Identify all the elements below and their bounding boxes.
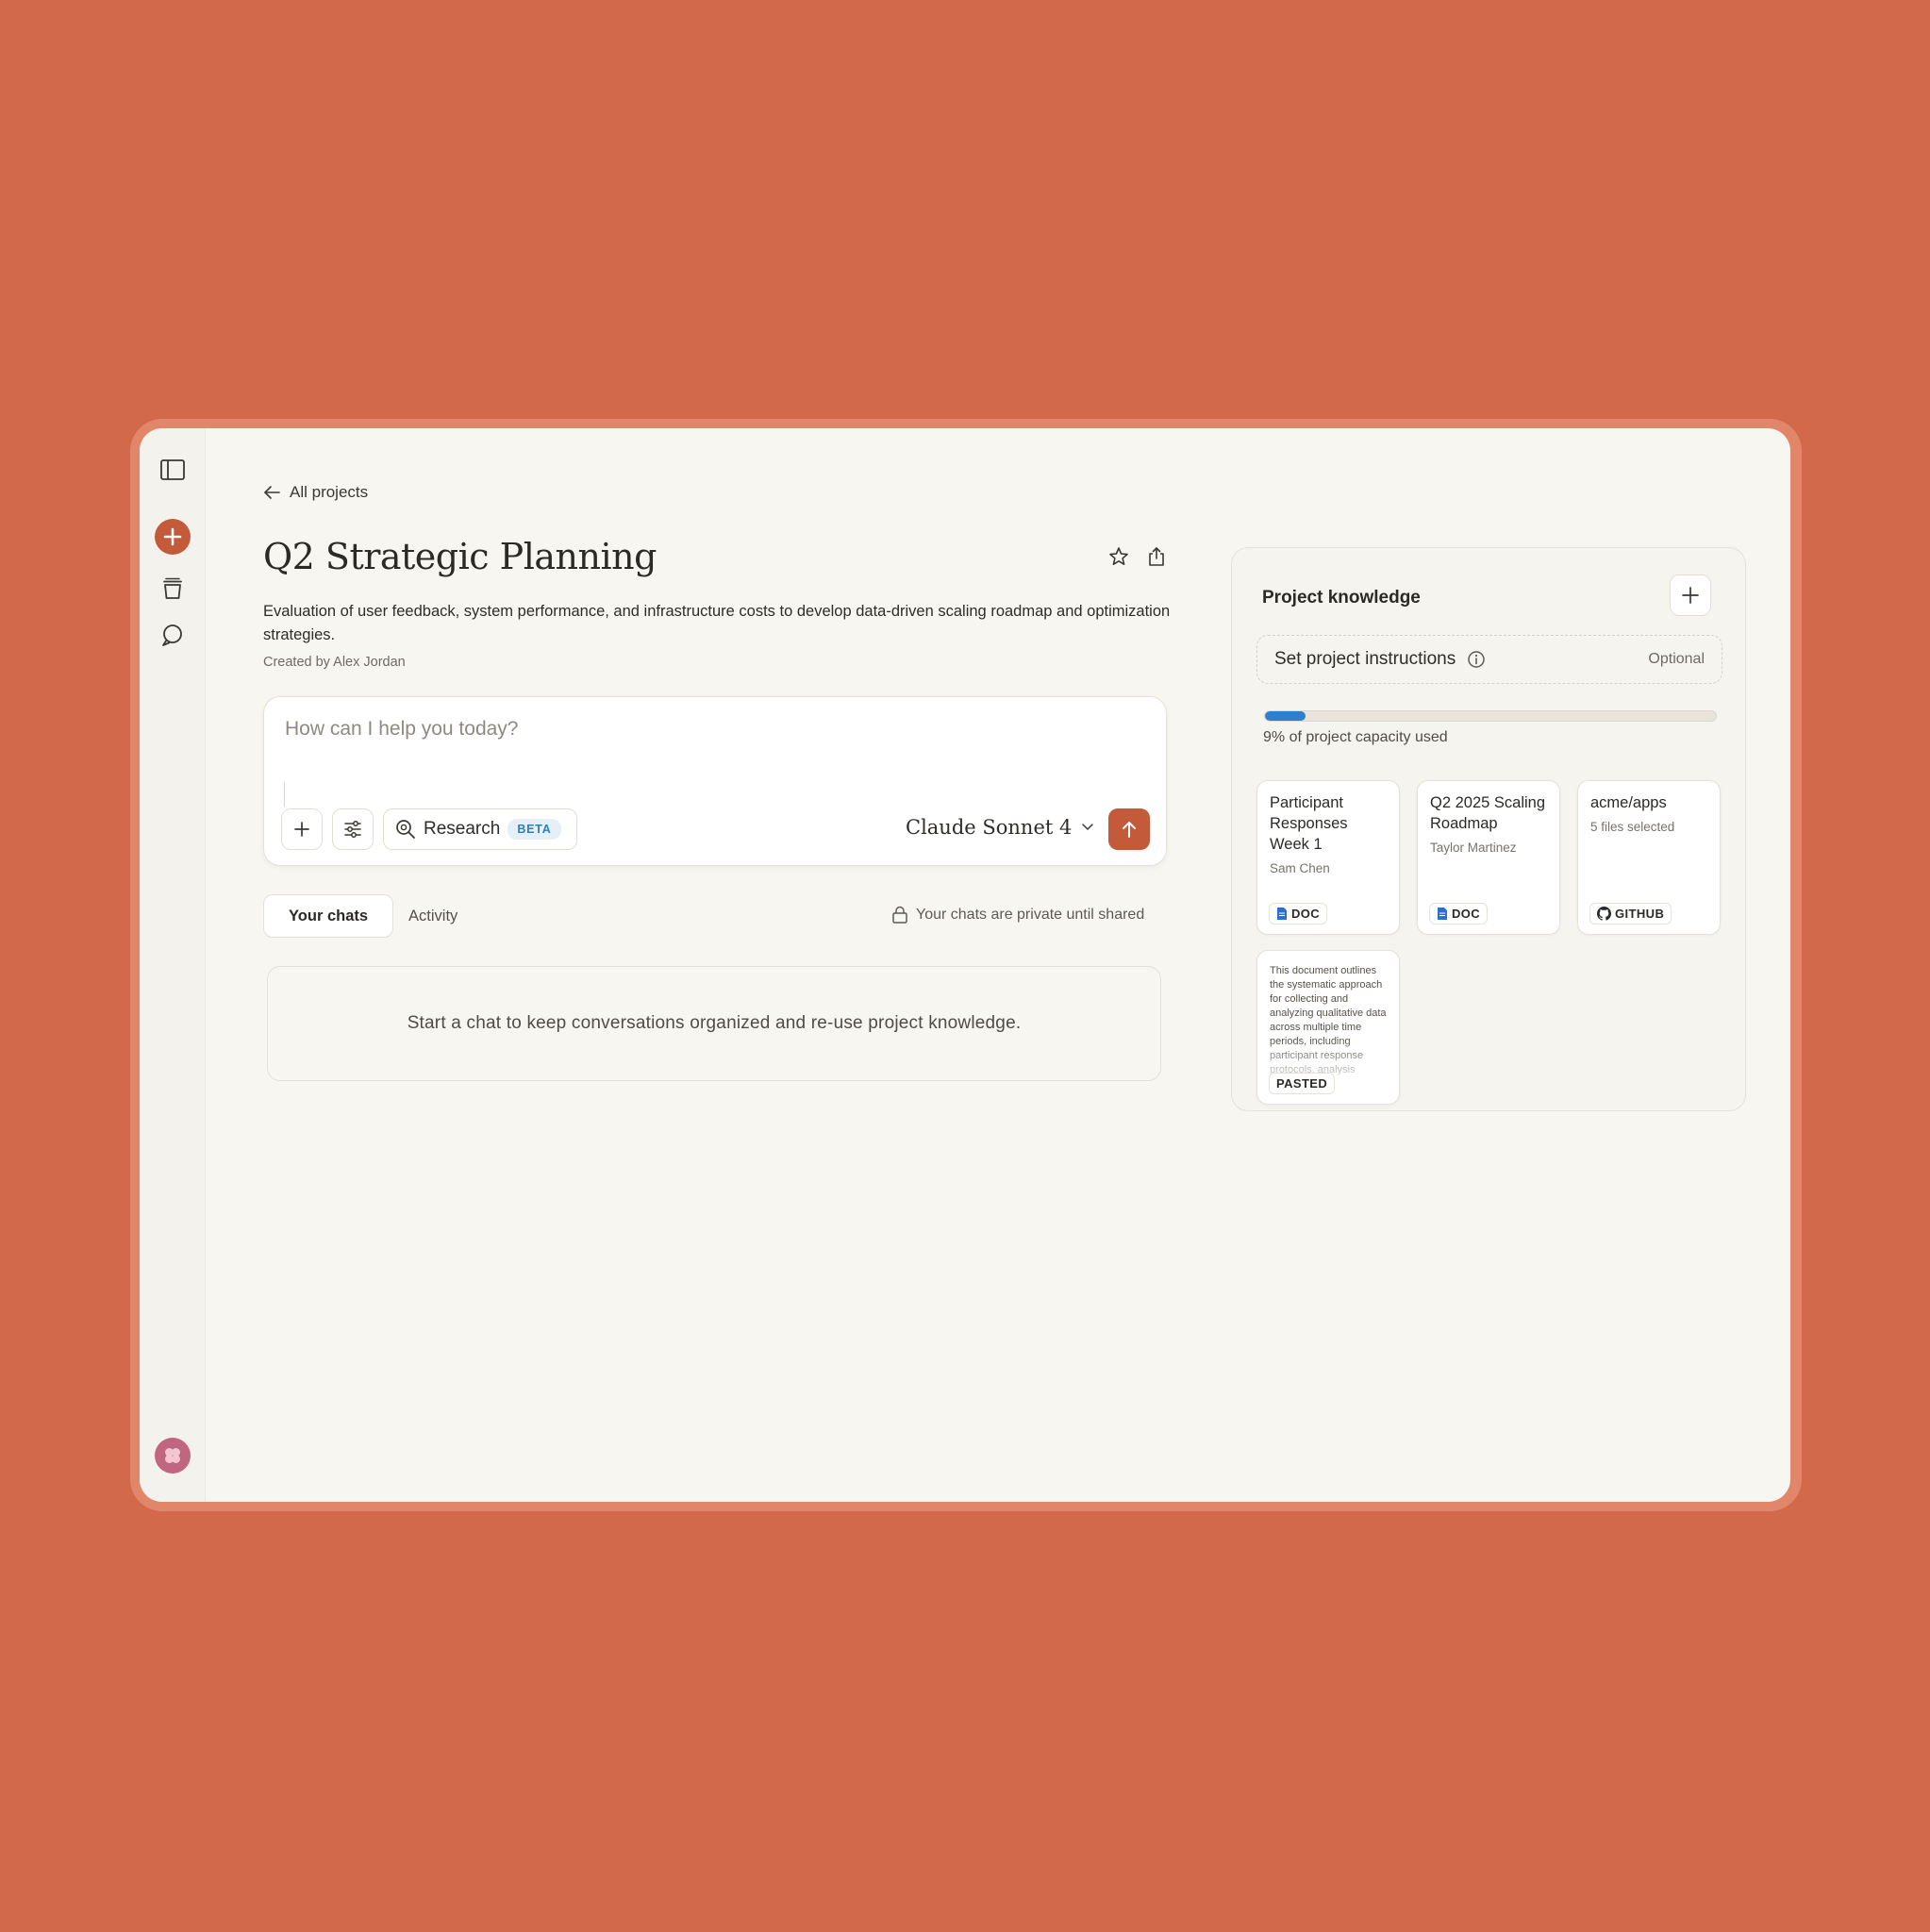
info-icon[interactable] xyxy=(1467,650,1486,669)
sidebar-rail xyxy=(140,428,206,1502)
composer-input[interactable]: How can I help you today? xyxy=(285,718,519,741)
file-title-text: acme/apps xyxy=(1590,794,1667,811)
knowledge-file-card[interactable]: Participant Responses Week 1 Sam Chen DO… xyxy=(1256,780,1400,935)
capacity-bar-fill xyxy=(1265,711,1306,721)
research-button[interactable]: Research BETA xyxy=(383,808,577,850)
capacity-text: 9% of project capacity used xyxy=(1263,729,1448,745)
text-caret xyxy=(284,782,285,807)
project-description: Evaluation of user feedback, system perf… xyxy=(263,603,1171,643)
privacy-note: Your chats are private until shared xyxy=(891,906,1144,924)
sidebar-toggle-icon xyxy=(160,459,185,480)
send-button[interactable] xyxy=(1108,808,1150,850)
project-knowledge-panel: Project knowledge Set project instructio… xyxy=(1231,547,1746,1111)
arrow-up-icon xyxy=(1123,822,1136,838)
file-subtitle: Sam Chen xyxy=(1270,861,1330,875)
file-badge-label: GITHUB xyxy=(1615,907,1665,921)
title-actions xyxy=(1108,546,1167,567)
file-title: acme/apps 5 files selected xyxy=(1590,792,1711,836)
file-title-text: Participant Responses Week 1 xyxy=(1270,794,1348,853)
pasted-badge-label: PASTED xyxy=(1276,1076,1328,1091)
sliders-icon xyxy=(344,821,361,838)
composer-tools: Research BETA xyxy=(281,808,577,850)
file-type-badge: DOC xyxy=(1269,903,1328,924)
knowledge-repo-card[interactable]: acme/apps 5 files selected GITHUB xyxy=(1577,780,1721,935)
page-title: Q2 Strategic Planning xyxy=(263,536,657,577)
lock-icon xyxy=(892,906,907,924)
chevron-down-icon xyxy=(1082,824,1094,830)
star-icon xyxy=(1109,547,1128,566)
github-icon xyxy=(1597,907,1611,921)
panel-title: Project knowledge xyxy=(1262,588,1421,608)
pasted-badge: PASTED xyxy=(1269,1073,1336,1094)
attach-button[interactable] xyxy=(281,808,323,850)
pasted-preview: This document outlines the systematic ap… xyxy=(1270,965,1387,1075)
file-type-badge: GITHUB xyxy=(1589,903,1672,924)
add-knowledge-button[interactable] xyxy=(1670,575,1711,616)
chat-tabs: Your chats Activity xyxy=(263,894,458,938)
share-icon xyxy=(1149,547,1164,566)
capacity-bar xyxy=(1264,710,1717,722)
new-chat-button[interactable] xyxy=(155,519,191,555)
user-avatar[interactable] xyxy=(155,1438,191,1474)
project-creator: Created by Alex Jordan xyxy=(263,655,406,670)
share-button[interactable] xyxy=(1146,546,1167,567)
file-title: Q2 2025 Scaling Roadmap Taylor Martinez xyxy=(1430,792,1551,857)
privacy-text: Your chats are private until shared xyxy=(916,907,1145,923)
app-window: All projects Q2 Strategic Planning Evalu… xyxy=(140,428,1790,1502)
file-title-text: Q2 2025 Scaling Roadmap xyxy=(1430,794,1546,832)
avatar-icon xyxy=(165,1448,180,1463)
model-selector[interactable]: Claude Sonnet 4 xyxy=(906,816,1094,839)
sidebar-toggle-button[interactable] xyxy=(156,453,190,487)
projects-icon xyxy=(163,577,182,599)
file-subtitle: Taylor Martinez xyxy=(1430,841,1517,855)
file-subtitle: 5 files selected xyxy=(1590,820,1675,834)
plus-icon xyxy=(294,822,309,837)
plus-icon xyxy=(163,527,182,546)
back-label: All projects xyxy=(290,483,369,501)
knowledge-pasted-card[interactable]: This document outlines the systematic ap… xyxy=(1256,950,1400,1105)
projects-button[interactable] xyxy=(156,572,190,606)
research-label: Research xyxy=(424,819,501,839)
set-instructions-button[interactable]: Set project instructions Optional xyxy=(1256,635,1722,684)
file-type-badge: DOC xyxy=(1429,903,1489,924)
instructions-label: Set project instructions xyxy=(1274,649,1456,669)
arrow-left-icon xyxy=(264,486,280,499)
tools-button[interactable] xyxy=(332,808,374,850)
star-button[interactable] xyxy=(1108,546,1129,567)
model-label: Claude Sonnet 4 xyxy=(906,816,1073,839)
chat-composer[interactable]: How can I help you today? Research BETA … xyxy=(263,696,1167,866)
doc-icon xyxy=(1438,908,1447,920)
file-badge-label: DOC xyxy=(1291,907,1321,921)
instructions-optional: Optional xyxy=(1648,651,1705,667)
empty-chats-message: Start a chat to keep conversations organ… xyxy=(267,966,1161,1081)
doc-icon xyxy=(1277,908,1287,920)
back-to-projects-link[interactable]: All projects xyxy=(263,483,368,502)
research-icon xyxy=(396,820,415,839)
tab-your-chats[interactable]: Your chats xyxy=(263,894,394,938)
file-title: Participant Responses Week 1 Sam Chen xyxy=(1270,792,1390,877)
file-badge-label: DOC xyxy=(1452,907,1481,921)
chats-button[interactable] xyxy=(156,619,190,653)
chats-icon xyxy=(162,625,182,646)
beta-badge: BETA xyxy=(507,819,561,840)
plus-icon xyxy=(1682,587,1699,604)
knowledge-file-card[interactable]: Q2 2025 Scaling Roadmap Taylor Martinez … xyxy=(1417,780,1560,935)
tab-activity[interactable]: Activity xyxy=(408,894,458,938)
